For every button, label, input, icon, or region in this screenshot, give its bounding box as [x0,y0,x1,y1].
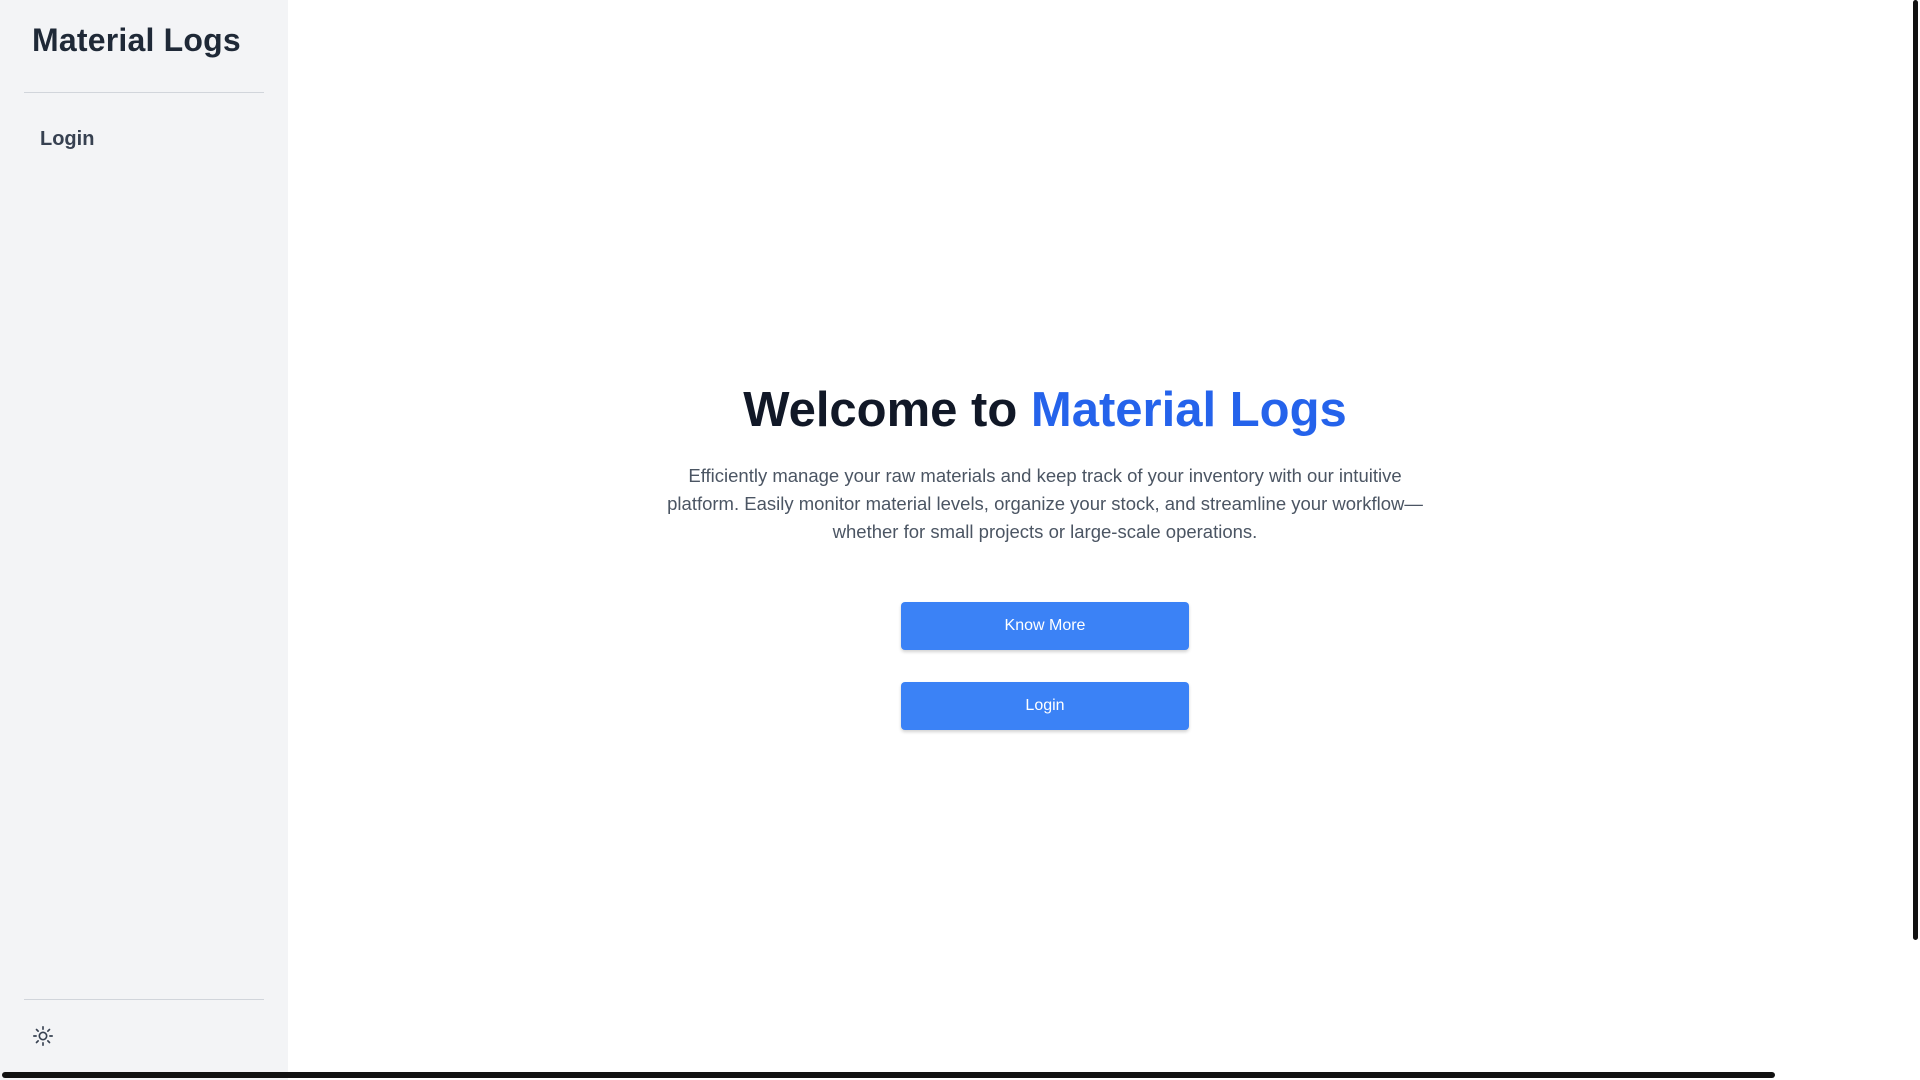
horizontal-scrollbar[interactable] [2,1072,1775,1078]
theme-toggle-button[interactable] [30,1025,56,1051]
sidebar-divider-top [24,92,264,93]
brand-title: Material Logs [32,22,241,58]
login-button[interactable]: Login [901,682,1189,730]
hero-title-prefix: Welcome to [743,383,1031,437]
know-more-button[interactable]: Know More [901,602,1189,650]
app-root: Material Logs Login Welcome to Material … [0,0,1920,1080]
vertical-scrollbar[interactable] [1913,0,1918,940]
sidebar-divider-bottom [24,999,264,1000]
hero-description: Efficiently manage your raw materials an… [667,465,1423,542]
hero-title-accent: Material Logs [1030,383,1347,437]
sidebar: Material Logs Login [0,0,288,1080]
sun-icon [32,1025,54,1052]
hero-section: Welcome to Material Logs Efficiently man… [288,376,1802,730]
hero-title: Welcome to Material Logs [288,376,1802,444]
sidebar-item-login[interactable]: Login [24,122,264,156]
